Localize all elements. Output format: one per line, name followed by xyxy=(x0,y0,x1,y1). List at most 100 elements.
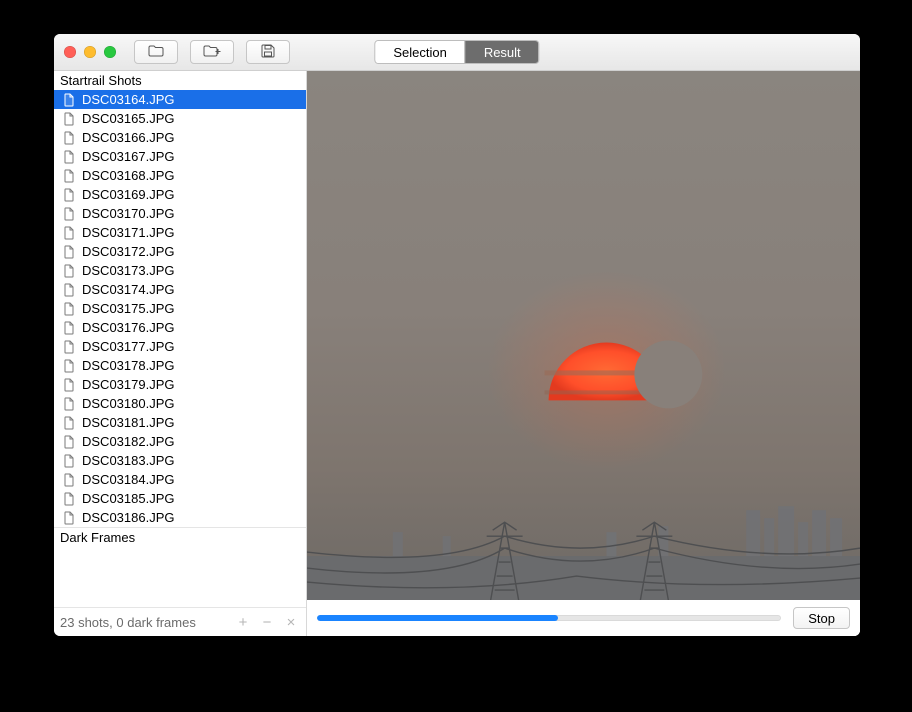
file-icon xyxy=(62,226,76,240)
progress-bar xyxy=(317,615,781,621)
clear-button[interactable]: × xyxy=(282,614,300,631)
file-icon xyxy=(62,302,76,316)
file-icon xyxy=(62,188,76,202)
file-name: DSC03172.JPG xyxy=(82,244,175,259)
file-row[interactable]: DSC03175.JPG xyxy=(54,299,306,318)
dark-frames-list[interactable] xyxy=(54,547,306,607)
file-name: DSC03166.JPG xyxy=(82,130,175,145)
file-name: DSC03175.JPG xyxy=(82,301,175,316)
file-row[interactable]: DSC03169.JPG xyxy=(54,185,306,204)
file-name: DSC03178.JPG xyxy=(82,358,175,373)
file-row[interactable]: DSC03176.JPG xyxy=(54,318,306,337)
save-button[interactable] xyxy=(246,40,290,64)
app-window: Selection Result Startrail Shots DSC0316… xyxy=(54,34,860,636)
file-row[interactable]: DSC03182.JPG xyxy=(54,432,306,451)
bottom-bar: Stop xyxy=(307,600,860,636)
titlebar: Selection Result xyxy=(54,34,860,71)
file-name: DSC03184.JPG xyxy=(82,472,175,487)
file-name: DSC03176.JPG xyxy=(82,320,175,335)
remove-button[interactable]: − xyxy=(258,614,276,631)
file-name: DSC03165.JPG xyxy=(82,111,175,126)
sidebar-footer: 23 shots, 0 dark frames + − × xyxy=(54,607,306,636)
file-row[interactable]: DSC03165.JPG xyxy=(54,109,306,128)
file-row[interactable]: DSC03181.JPG xyxy=(54,413,306,432)
file-row[interactable]: DSC03164.JPG xyxy=(54,90,306,109)
stop-button[interactable]: Stop xyxy=(793,607,850,629)
file-icon xyxy=(62,93,76,107)
file-icon xyxy=(62,131,76,145)
file-icon xyxy=(62,435,76,449)
add-button[interactable]: + xyxy=(234,614,252,631)
file-row[interactable]: DSC03174.JPG xyxy=(54,280,306,299)
file-icon xyxy=(62,397,76,411)
shots-section-header: Startrail Shots xyxy=(54,71,306,90)
file-row[interactable]: DSC03166.JPG xyxy=(54,128,306,147)
zoom-window-button[interactable] xyxy=(104,46,116,58)
file-row[interactable]: DSC03178.JPG xyxy=(54,356,306,375)
file-row[interactable]: DSC03172.JPG xyxy=(54,242,306,261)
file-icon xyxy=(62,321,76,335)
file-name: DSC03167.JPG xyxy=(82,149,175,164)
file-name: DSC03177.JPG xyxy=(82,339,175,354)
file-icon xyxy=(62,473,76,487)
file-name: DSC03168.JPG xyxy=(82,168,175,183)
file-icon xyxy=(62,264,76,278)
status-text: 23 shots, 0 dark frames xyxy=(60,615,196,630)
file-name: DSC03171.JPG xyxy=(82,225,175,240)
window-body: Startrail Shots DSC03164.JPG DSC03165.JPG… xyxy=(54,71,860,636)
progress-fill xyxy=(317,615,558,621)
file-name: DSC03182.JPG xyxy=(82,434,175,449)
file-name: DSC03185.JPG xyxy=(82,491,175,506)
file-name: DSC03174.JPG xyxy=(82,282,175,297)
file-row[interactable]: DSC03173.JPG xyxy=(54,261,306,280)
file-name: DSC03173.JPG xyxy=(82,263,175,278)
file-name: DSC03181.JPG xyxy=(82,415,175,430)
save-icon xyxy=(261,44,275,61)
file-icon xyxy=(62,150,76,164)
main-panel: Stop xyxy=(307,71,860,636)
file-icon xyxy=(62,340,76,354)
folder-icon xyxy=(148,45,164,60)
file-row[interactable]: DSC03170.JPG xyxy=(54,204,306,223)
file-row[interactable]: DSC03168.JPG xyxy=(54,166,306,185)
file-name: DSC03169.JPG xyxy=(82,187,175,202)
file-name: DSC03179.JPG xyxy=(82,377,175,392)
file-name: DSC03170.JPG xyxy=(82,206,175,221)
window-controls xyxy=(64,46,116,58)
image-preview xyxy=(307,71,860,600)
tab-result[interactable]: Result xyxy=(465,41,539,63)
tab-selection[interactable]: Selection xyxy=(375,41,464,63)
add-folder-button[interactable] xyxy=(190,40,234,64)
file-row[interactable]: DSC03184.JPG xyxy=(54,470,306,489)
close-window-button[interactable] xyxy=(64,46,76,58)
file-icon xyxy=(62,112,76,126)
file-icon xyxy=(62,378,76,392)
file-icon xyxy=(62,169,76,183)
file-row[interactable]: DSC03183.JPG xyxy=(54,451,306,470)
file-row[interactable]: DSC03171.JPG xyxy=(54,223,306,242)
file-row[interactable]: DSC03179.JPG xyxy=(54,375,306,394)
toolbar-buttons xyxy=(134,40,290,64)
file-icon xyxy=(62,492,76,506)
minimize-window-button[interactable] xyxy=(84,46,96,58)
file-row[interactable]: DSC03177.JPG xyxy=(54,337,306,356)
file-row[interactable]: DSC03186.JPG xyxy=(54,508,306,527)
view-mode-segmented: Selection Result xyxy=(374,40,539,64)
file-icon xyxy=(62,207,76,221)
file-icon xyxy=(62,359,76,373)
file-name: DSC03186.JPG xyxy=(82,510,175,525)
sidebar: Startrail Shots DSC03164.JPG DSC03165.JPG… xyxy=(54,71,307,636)
file-icon xyxy=(62,416,76,430)
file-name: DSC03183.JPG xyxy=(82,453,175,468)
open-folder-button[interactable] xyxy=(134,40,178,64)
file-row[interactable]: DSC03167.JPG xyxy=(54,147,306,166)
dark-frames-section-header: Dark Frames xyxy=(54,527,306,547)
file-list[interactable]: DSC03164.JPG DSC03165.JPG DSC03166.JPG DSC0… xyxy=(54,90,306,527)
file-icon xyxy=(62,511,76,525)
file-name: DSC03164.JPG xyxy=(82,92,175,107)
file-row[interactable]: DSC03185.JPG xyxy=(54,489,306,508)
file-icon xyxy=(62,245,76,259)
file-row[interactable]: DSC03180.JPG xyxy=(54,394,306,413)
file-icon xyxy=(62,454,76,468)
folder-plus-icon xyxy=(203,45,221,60)
